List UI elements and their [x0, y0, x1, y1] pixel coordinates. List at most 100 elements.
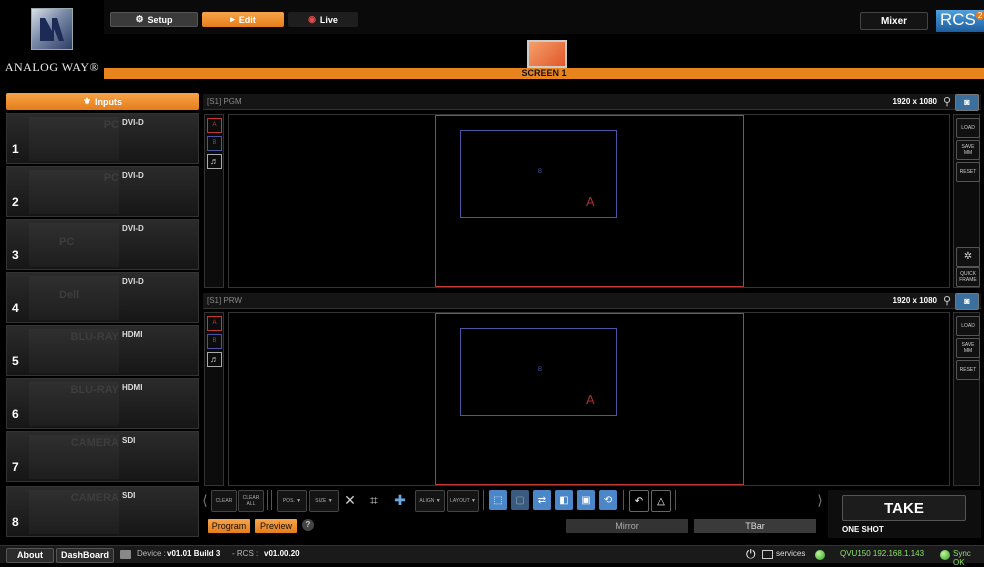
input-card[interactable]: PC DVI-D 3	[6, 219, 199, 270]
toolbar-separator	[267, 490, 268, 510]
save-mm-button[interactable]: SAVE MM	[956, 338, 980, 358]
align-dropdown[interactable]: ALIGN ▼	[415, 490, 445, 512]
recycle-icon[interactable]: △	[651, 490, 671, 512]
mixer-button[interactable]: Mixer	[860, 12, 928, 30]
reset-button[interactable]: RESET	[956, 162, 980, 182]
rcs-logo: RCS 2	[936, 10, 984, 32]
device-label: Device :	[137, 549, 166, 558]
input-source-name: PC	[103, 172, 119, 184]
prw-canvas[interactable]: B A	[228, 312, 950, 486]
preview-button[interactable]: Preview	[255, 519, 297, 533]
brand-name: ANALOG WAY®	[4, 60, 100, 74]
pgm-side-buttons: LOAD SAVE MM RESET ✲ QUICK FRAME	[953, 114, 980, 288]
clear-all-button[interactable]: CLEAR ALL	[238, 490, 264, 512]
loop-icon[interactable]: ⟲	[599, 490, 617, 510]
zoom-icon[interactable]: ⚲	[943, 294, 951, 307]
layout-dropdown[interactable]: LAYOUT ▼	[447, 490, 479, 512]
input-source-name: PC	[103, 119, 119, 131]
layer-a-button[interactable]: A	[207, 316, 222, 331]
input-number: 5	[12, 354, 19, 368]
load-button[interactable]: LOAD	[956, 316, 980, 336]
size-dropdown[interactable]: SIZE ▼	[309, 490, 339, 512]
prw-layer-a-label[interactable]: A	[586, 392, 595, 407]
about-button[interactable]: About	[6, 548, 54, 563]
input-card[interactable]: CAMERA SDI 8	[6, 486, 199, 537]
gear-icon: ⚙	[135, 14, 144, 24]
monitor-icon	[762, 550, 773, 559]
tab-edit[interactable]: ▸ Edit	[202, 12, 284, 27]
prw-resolution: 1920 x 1080	[892, 296, 938, 305]
rcs-version-badge: 2	[975, 11, 984, 21]
pgm-layer-a-label[interactable]: A	[586, 194, 595, 209]
load-button[interactable]: LOAD	[956, 118, 980, 138]
prw-label: [S1] PRW	[207, 296, 242, 305]
reset-button[interactable]: RESET	[956, 360, 980, 380]
freeze-icon[interactable]: ✲	[956, 247, 980, 267]
program-button[interactable]: Program	[208, 519, 250, 533]
center-icon[interactable]: ✚	[391, 490, 409, 510]
audio-icon[interactable]: ♬	[207, 154, 222, 169]
swap-icon[interactable]: ⇄	[533, 490, 551, 510]
device-icon	[120, 550, 131, 559]
take-button[interactable]: TAKE	[842, 495, 966, 521]
tbar-button[interactable]: TBar	[694, 519, 816, 533]
pgm-layer-bar: A B ♬	[204, 114, 224, 288]
camera-icon[interactable]: ◙	[955, 94, 979, 111]
services-link[interactable]: services	[776, 549, 805, 558]
sync-status: Sync OK	[953, 549, 971, 567]
prw-header: [S1] PRW 1920 x 1080 ⚲ ◙	[203, 293, 981, 310]
toolbar-scroll-right-icon[interactable]: ⟩	[817, 490, 823, 510]
rcs-label: RCS	[940, 10, 976, 29]
layer-b-button[interactable]: B	[207, 334, 222, 349]
input-type: DVI-D	[122, 277, 144, 286]
screen-label-bar: SCREEN 1	[104, 68, 984, 79]
input-source-name: BLU-RAY	[70, 384, 120, 396]
tab-setup[interactable]: ⚙ Setup	[110, 12, 198, 27]
one-shot-mode[interactable]: ONE SHOT	[842, 525, 884, 534]
position-dropdown[interactable]: POS. ▼	[277, 490, 307, 512]
input-number: 1	[12, 142, 19, 156]
inputs-header-label: Inputs	[95, 96, 123, 107]
inputs-header[interactable]: ⚜ Inputs	[6, 93, 199, 110]
picture-icon[interactable]: ▣	[577, 490, 595, 510]
pgm-canvas[interactable]: B A	[228, 114, 950, 288]
quick-frame-button[interactable]: QUICK FRAME	[956, 267, 980, 287]
fit-icon[interactable]: ✕	[341, 490, 359, 510]
prw-layer-bar: A B ♬	[204, 312, 224, 486]
toolbar-scroll-left-icon[interactable]: ⟨	[202, 490, 207, 510]
clear-button[interactable]: CLEAR	[211, 490, 237, 512]
layer-b-button[interactable]: B	[207, 136, 222, 151]
crop-icon[interactable]: ⬚	[489, 490, 507, 510]
input-card[interactable]: PC DVI-D 1	[6, 113, 199, 164]
help-icon[interactable]: ?	[302, 519, 314, 531]
power-icon[interactable]: ⏻	[746, 547, 756, 562]
split-icon[interactable]: ◧	[555, 490, 573, 510]
input-source-name: Dell	[59, 289, 80, 301]
layer-a-button[interactable]: A	[207, 118, 222, 133]
audio-icon[interactable]: ♬	[207, 352, 222, 367]
status-bar: About DashBoard Device : v01.01 Build 3 …	[0, 545, 984, 567]
input-card[interactable]: Dell DVI-D 4	[6, 272, 199, 323]
tab-live[interactable]: ◉ Live	[288, 12, 358, 27]
dashboard-button[interactable]: DashBoard	[56, 548, 114, 563]
input-number: 3	[12, 248, 19, 262]
input-card[interactable]: BLU-RAY HDMI 5	[6, 325, 199, 376]
toolbar-separator	[675, 490, 676, 510]
camera-icon[interactable]: ◙	[955, 293, 979, 310]
undo-icon[interactable]: ↶	[629, 490, 649, 512]
input-type: DVI-D	[122, 118, 144, 127]
input-card[interactable]: PC DVI-D 2	[6, 166, 199, 217]
fill-icon[interactable]: ⌗	[365, 490, 383, 510]
analog-way-logo: ANALOG WAY®	[0, 0, 104, 80]
save-mm-button[interactable]: SAVE MM	[956, 140, 980, 160]
border-icon[interactable]: ▢	[511, 490, 529, 510]
toolbar-separator	[483, 490, 484, 510]
device-ip: QVU150 192.168.1.143	[840, 549, 925, 558]
input-card[interactable]: BLU-RAY HDMI 6	[6, 378, 199, 429]
input-card[interactable]: CAMERA SDI 7	[6, 431, 199, 482]
zoom-icon[interactable]: ⚲	[943, 95, 951, 108]
input-type: SDI	[122, 491, 136, 500]
mirror-button[interactable]: Mirror	[566, 519, 688, 533]
screen-1-thumbnail[interactable]	[527, 40, 567, 68]
rcs-label: - RCS :	[232, 549, 259, 558]
